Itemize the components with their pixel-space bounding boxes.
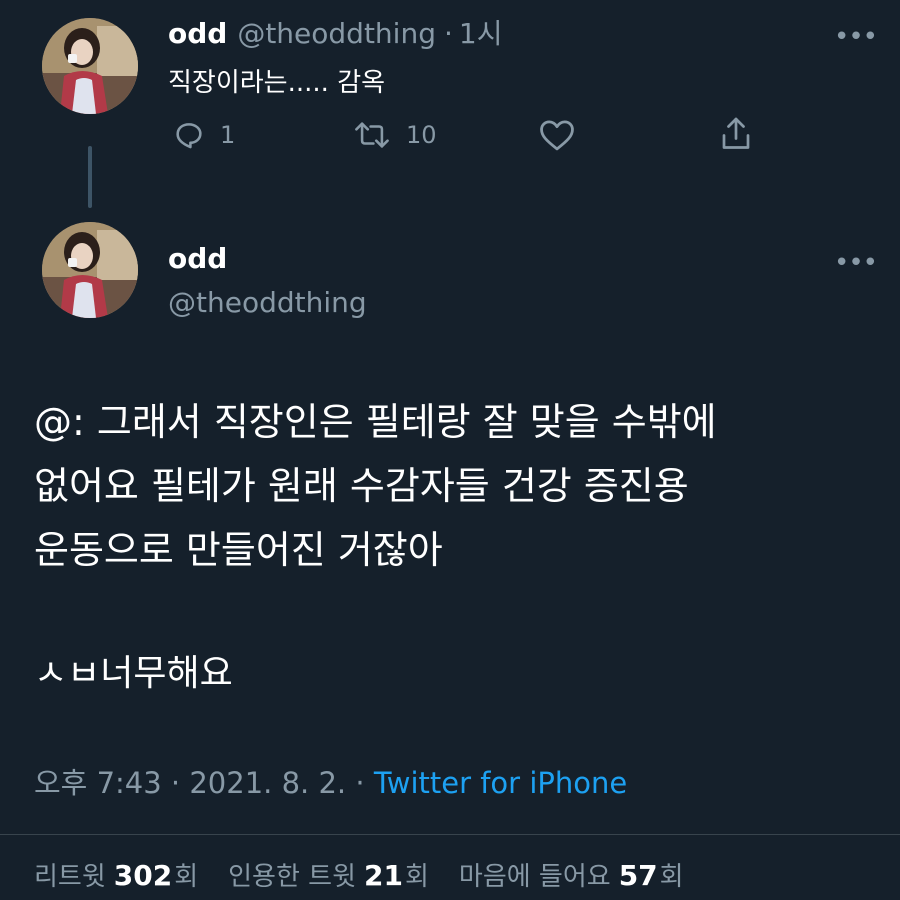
share-icon xyxy=(722,117,750,149)
more-options-icon[interactable]: ••• xyxy=(834,24,878,50)
likes-count: 57 xyxy=(618,859,658,892)
retweet-icon xyxy=(355,122,389,148)
tweet-source-link[interactable]: Twitter for iPhone xyxy=(374,766,627,800)
retweet-button[interactable]: 10 xyxy=(352,118,437,152)
reply-count: 1 xyxy=(220,121,236,149)
retweets-stat[interactable]: 리트윗 302 회 xyxy=(34,856,198,893)
likes-stat[interactable]: 마음에 들어요 57 회 xyxy=(459,856,684,893)
tweet-subtext: ㅅㅂ너무해요 xyxy=(34,653,233,694)
tweet-text: @: 그래서 직장인은 필테랑 잘 맞을 수밖에 없어요 필테가 원래 수감자들… xyxy=(34,400,717,572)
share-button[interactable] xyxy=(718,114,754,154)
quotes-suffix: 회 xyxy=(404,862,429,892)
divider xyxy=(0,834,900,835)
likes-suffix: 회 xyxy=(659,862,684,892)
thread-line xyxy=(88,146,92,208)
tweet-time[interactable]: 1시 xyxy=(459,12,503,52)
avatar[interactable] xyxy=(42,18,138,114)
reply-icon xyxy=(176,123,202,149)
likes-label: 마음에 들어요 xyxy=(458,862,611,892)
quotes-label: 인용한 트윗 xyxy=(228,862,357,892)
time-separator: · xyxy=(443,17,453,50)
heart-icon xyxy=(540,120,574,151)
retweets-count: 302 xyxy=(113,859,173,892)
author-name[interactable]: odd xyxy=(168,17,227,50)
tweet-text: 직장이라는..... 감옥 xyxy=(168,68,386,98)
author-name[interactable]: odd xyxy=(168,242,227,275)
avatar[interactable] xyxy=(42,222,138,318)
like-button[interactable] xyxy=(538,118,576,152)
engagement-stats: 리트윗 302 회 인용한 트윗 21 회 마음에 들어요 57 회 xyxy=(34,856,714,893)
retweets-label: 리트윗 xyxy=(34,862,106,892)
author-handle[interactable]: @theoddthing xyxy=(237,17,436,50)
retweet-count: 10 xyxy=(406,121,437,149)
retweets-suffix: 회 xyxy=(174,862,199,892)
tweet-meta: 오후 7:43 · 2021. 8. 2. · Twitter for iPho… xyxy=(34,760,627,802)
quotes-stat[interactable]: 인용한 트윗 21 회 xyxy=(228,856,429,893)
reply-button[interactable]: 1 xyxy=(172,118,235,152)
more-options-icon[interactable]: ••• xyxy=(834,250,878,276)
quotes-count: 21 xyxy=(364,859,403,892)
tweet-timestamp[interactable]: 오후 7:43 · 2021. 8. 2. · xyxy=(34,766,374,800)
author-handle[interactable]: @theoddthing xyxy=(168,286,367,319)
